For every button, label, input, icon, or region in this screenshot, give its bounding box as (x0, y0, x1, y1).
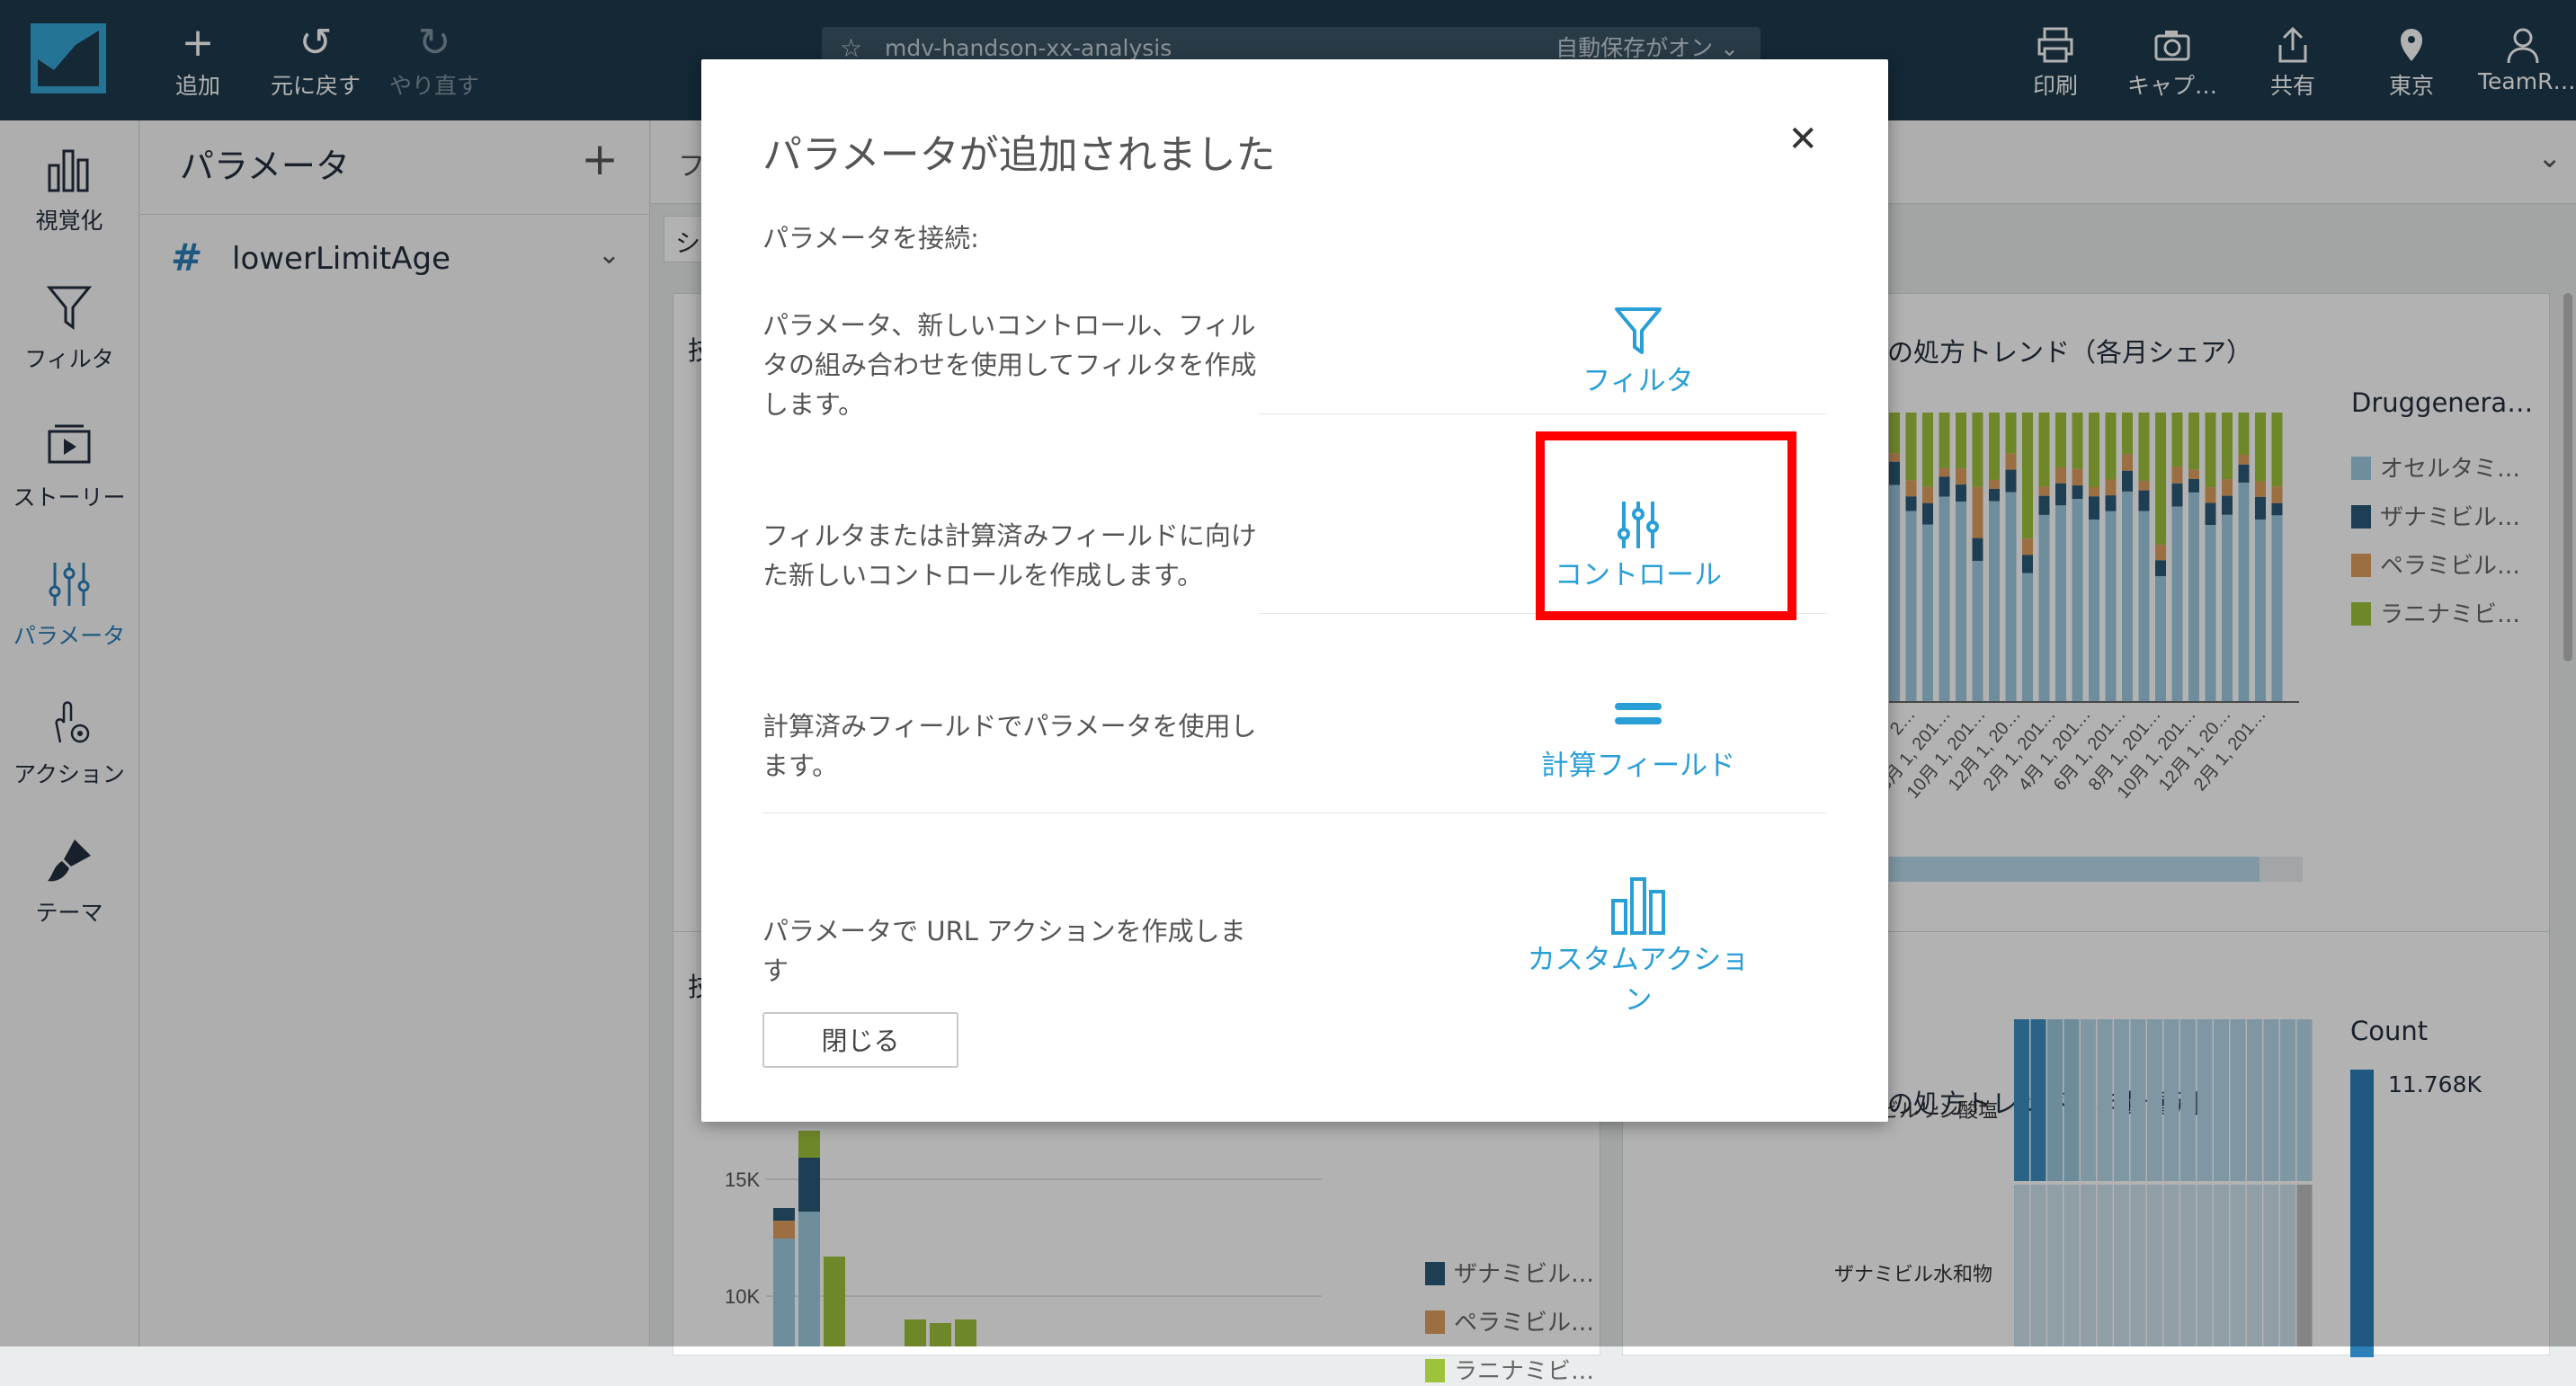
legend-swatch (1425, 1359, 1445, 1382)
divider (1259, 413, 1827, 414)
option-label: フィルタ (1582, 365, 1694, 397)
legend-item[interactable]: ラニナミビ… (1425, 1353, 1594, 1386)
highlight-annotation-box (1536, 431, 1796, 620)
option-row-calculated-field: 計算済みフィールドでパラメータを使用します。 計算フィールド (762, 689, 1827, 850)
option-label: 計算フィールド (1540, 750, 1736, 782)
filter-option-button[interactable]: フィルタ (1521, 304, 1755, 398)
custom-action-option-button[interactable]: カスタムアクション (1521, 874, 1755, 1017)
calculated-field-option-button[interactable]: 計算フィールド (1521, 689, 1755, 783)
close-icon[interactable]: ✕ (1787, 119, 1818, 160)
bar-chart-icon (1611, 877, 1665, 935)
equals-icon (1615, 703, 1662, 724)
option-description: フィルタまたは計算済みフィールドに向けた新しいコントロールを作成します。 (762, 520, 1257, 591)
option-description: パラメータ、新しいコントロール、フィルタの組み合わせを使用してフィルタを作成しま… (762, 310, 1257, 420)
parameter-added-dialog: パラメータが追加されました ✕ パラメータを接続: パラメータ、新しいコントロー… (701, 59, 1888, 1122)
option-description: パラメータで URL アクションを作成します (762, 916, 1246, 986)
option-label: カスタムアクション (1527, 944, 1750, 1017)
option-row-custom-action: パラメータで URL アクションを作成します カスタムアクション (762, 874, 1827, 1017)
option-description: 計算済みフィールドでパラメータを使用します。 (762, 711, 1257, 781)
legend-label: ラニナミビ… (1454, 1358, 1595, 1385)
dialog-title: パラメータが追加されました (762, 132, 1276, 178)
close-button[interactable]: 閉じる (762, 1012, 958, 1068)
filter-icon (1615, 307, 1662, 354)
dialog-subtitle: パラメータを接続: (762, 223, 979, 253)
